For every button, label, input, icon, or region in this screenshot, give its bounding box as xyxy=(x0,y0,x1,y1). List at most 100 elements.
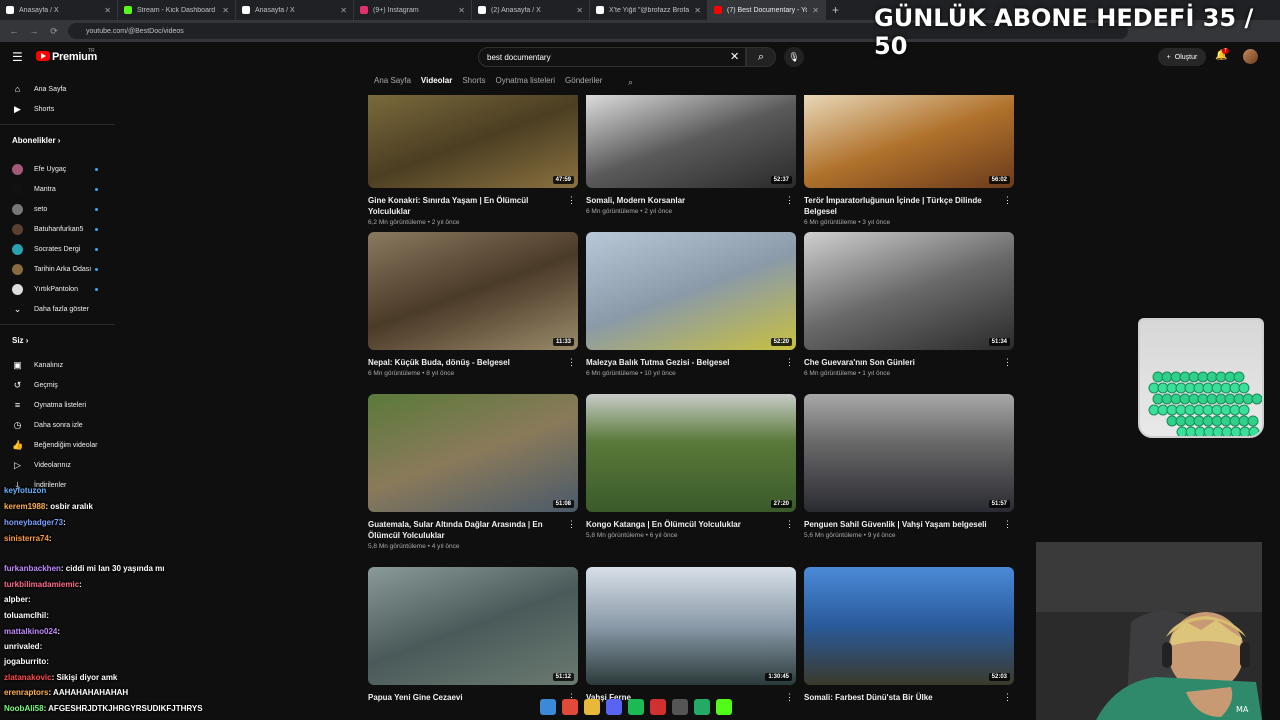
video-card[interactable]: 56:02 Terör İmparatorluğunun İçinde | Tür… xyxy=(804,95,1014,226)
back-icon[interactable]: ← xyxy=(8,26,20,36)
more-options-icon[interactable]: ⋮ xyxy=(785,692,794,703)
tab-close-icon[interactable]: ✕ xyxy=(576,6,583,15)
tab-ana-sayfa[interactable]: Ana Sayfa xyxy=(374,76,411,90)
tab-oynatma-listeleri[interactable]: Oynatma listeleri xyxy=(495,76,555,90)
sidebar-subscription[interactable]: YırtıkPantolon xyxy=(12,280,112,298)
menu-icon[interactable]: ☰ xyxy=(12,50,23,64)
sidebar-item-shorts[interactable]: ▶ Shorts xyxy=(12,100,112,118)
browser-tab[interactable]: Stream - Kick Dashboard ✕ xyxy=(118,0,236,20)
reload-icon[interactable]: ⟳ xyxy=(48,26,60,37)
video-title[interactable]: Terör İmparatorluğunun İçinde | Türkçe D… xyxy=(804,195,1000,217)
sidebar-item-like[interactable]: 👍 Beğendiğim videolar xyxy=(12,436,112,454)
tab-close-icon[interactable]: ✕ xyxy=(812,6,819,15)
sidebar-item-history[interactable]: ↺ Geçmiş xyxy=(12,376,112,394)
video-thumbnail[interactable]: 11:33 xyxy=(368,232,578,350)
video-card[interactable]: 47:59 Gine Konakri: Sınırda Yaşam | En Öl… xyxy=(368,95,578,226)
more-options-icon[interactable]: ⋮ xyxy=(1003,519,1012,530)
video-title[interactable]: Kongo Katanga | En Ölümcül Yolculuklar xyxy=(586,519,782,530)
tab-shorts[interactable]: Shorts xyxy=(462,76,485,90)
youtube-logo-icon[interactable] xyxy=(36,51,50,61)
search-input[interactable]: best documentary xyxy=(478,47,746,67)
discord-icon[interactable] xyxy=(606,699,622,715)
more-options-icon[interactable]: ⋮ xyxy=(1003,692,1012,703)
video-title[interactable]: Somali, Modern Korsanlar xyxy=(586,195,782,206)
video-thumbnail[interactable]: 51:08 xyxy=(368,394,578,512)
app-icon[interactable] xyxy=(694,699,710,715)
video-title[interactable]: Malezya Balık Tutma Gezisi - Belgesel xyxy=(586,357,782,368)
more-options-icon[interactable]: ⋮ xyxy=(567,357,576,368)
video-card[interactable]: 1:30:45 Vahşi Ferne ⋮ xyxy=(586,567,796,703)
sidebar-item-channel[interactable]: ▣ Kanalınız xyxy=(12,356,112,374)
tab-gönderiler[interactable]: Gönderiler xyxy=(565,76,602,90)
video-card[interactable]: 27:20 Kongo Katanga | En Ölümcül Yolculuk… xyxy=(586,394,796,539)
video-title[interactable]: Gine Konakri: Sınırda Yaşam | En Ölümcül… xyxy=(368,195,564,217)
new-tab-button[interactable]: + xyxy=(826,3,839,17)
video-thumbnail[interactable]: 1:30:45 xyxy=(586,567,796,685)
windows-icon[interactable] xyxy=(540,699,556,715)
x-app-icon[interactable] xyxy=(650,699,666,715)
video-title[interactable]: Papua Yeni Gine Cezaevi xyxy=(368,692,564,703)
sidebar-item-playlists[interactable]: ≡ Oynatma listeleri xyxy=(12,396,112,414)
video-card[interactable]: 51:08 Guatemala, Sular Altında Dağlar Ara… xyxy=(368,394,578,550)
chrome-icon[interactable] xyxy=(562,699,578,715)
you-heading[interactable]: Siz › xyxy=(12,336,28,345)
folder-icon[interactable] xyxy=(584,699,600,715)
video-title[interactable]: Penguen Sahil Güvenlik | Vahşi Yaşam bel… xyxy=(804,519,1000,530)
browser-tab[interactable]: Anasayfa / X ✕ xyxy=(236,0,354,20)
spotify-icon[interactable] xyxy=(628,699,644,715)
video-thumbnail[interactable]: 27:20 xyxy=(586,394,796,512)
sidebar-subscription[interactable]: Socrates Dergi xyxy=(12,240,112,258)
voice-search-button[interactable]: 🎙 xyxy=(784,47,804,67)
show-more-button[interactable]: ⌄ Daha fazla göster xyxy=(12,300,112,318)
video-card[interactable]: 52:20 Malezya Balık Tutma Gezisi - Belges… xyxy=(586,232,796,377)
tab-close-icon[interactable]: ✕ xyxy=(340,6,347,15)
video-card[interactable]: 51:57 Penguen Sahil Güvenlik | Vahşi Yaşa… xyxy=(804,394,1014,539)
tab-videolar[interactable]: Videolar xyxy=(421,76,452,90)
tab-close-icon[interactable]: ✕ xyxy=(694,6,701,15)
clear-search-icon[interactable]: ✕ xyxy=(730,50,739,63)
video-card[interactable]: 11:33 Nepal: Küçük Buda, dönüş - Belgesel… xyxy=(368,232,578,377)
sidebar-item-your-videos[interactable]: ▷ Videolarınız xyxy=(12,456,112,474)
tab-close-icon[interactable]: ✕ xyxy=(104,6,111,15)
more-options-icon[interactable]: ⋮ xyxy=(785,357,794,368)
more-options-icon[interactable]: ⋮ xyxy=(567,519,576,530)
browser-tab[interactable]: (9+) Instagram ✕ xyxy=(354,0,472,20)
browser-tab[interactable]: (2) Anasayfa / X ✕ xyxy=(472,0,590,20)
more-options-icon[interactable]: ⋮ xyxy=(785,195,794,206)
video-thumbnail[interactable]: 56:02 xyxy=(804,95,1014,188)
video-thumbnail[interactable]: 52:03 xyxy=(804,567,1014,685)
more-options-icon[interactable]: ⋮ xyxy=(567,195,576,206)
more-options-icon[interactable]: ⋮ xyxy=(1003,357,1012,368)
video-card[interactable]: 52:03 Somali: Farbest Dünü'sta Bir Ülke ⋮ xyxy=(804,567,1014,703)
kick-icon[interactable] xyxy=(716,699,732,715)
search-button[interactable]: ⌕ xyxy=(746,47,776,67)
browser-tab[interactable]: (7) Best Documentary - YouTub ✕ xyxy=(708,0,826,20)
tab-close-icon[interactable]: ✕ xyxy=(222,6,229,15)
subscriptions-heading[interactable]: Abonelikler › xyxy=(12,136,60,145)
more-options-icon[interactable]: ⋮ xyxy=(1003,195,1012,206)
tab-close-icon[interactable]: ✕ xyxy=(458,6,465,15)
calculator-icon[interactable] xyxy=(672,699,688,715)
video-title[interactable]: Nepal: Küçük Buda, dönüş - Belgesel xyxy=(368,357,564,368)
forward-icon[interactable]: → xyxy=(28,26,40,36)
video-title[interactable]: Somali: Farbest Dünü'sta Bir Ülke xyxy=(804,692,1000,703)
video-thumbnail[interactable]: 47:59 xyxy=(368,95,578,188)
video-thumbnail[interactable]: 52:20 xyxy=(586,232,796,350)
sidebar-subscription[interactable]: Batuhanfurkan5 xyxy=(12,220,112,238)
sidebar-subscription[interactable]: Efe Uygaç xyxy=(12,160,112,178)
video-card[interactable]: 51:12 Papua Yeni Gine Cezaevi ⋮ xyxy=(368,567,578,703)
browser-tab[interactable]: Anasayfa / X ✕ xyxy=(0,0,118,20)
more-options-icon[interactable]: ⋮ xyxy=(785,519,794,530)
video-card[interactable]: 51:34 Che Guevara'nın Son Günleri 6 Mn gör… xyxy=(804,232,1014,377)
sidebar-subscription[interactable]: Tarihin Arka Odası xyxy=(12,260,112,278)
sidebar-item-ana-sayfa[interactable]: ⌂ Ana Sayfa xyxy=(12,80,112,98)
sidebar-subscription[interactable]: seto xyxy=(12,200,112,218)
video-thumbnail[interactable]: 52:37 xyxy=(586,95,796,188)
video-title[interactable]: Che Guevara'nın Son Günleri xyxy=(804,357,1000,368)
video-card[interactable]: 52:37 Somali, Modern Korsanlar 6 Mn görünt… xyxy=(586,95,796,215)
video-thumbnail[interactable]: 51:57 xyxy=(804,394,1014,512)
sidebar-item-watch-later[interactable]: ◷ Daha sonra izle xyxy=(12,416,112,434)
video-thumbnail[interactable]: 51:12 xyxy=(368,567,578,685)
browser-tab[interactable]: X'te Yiğit "@brofazz Brofaz ✕ xyxy=(590,0,708,20)
channel-search-icon[interactable]: ⌕ xyxy=(628,77,633,88)
